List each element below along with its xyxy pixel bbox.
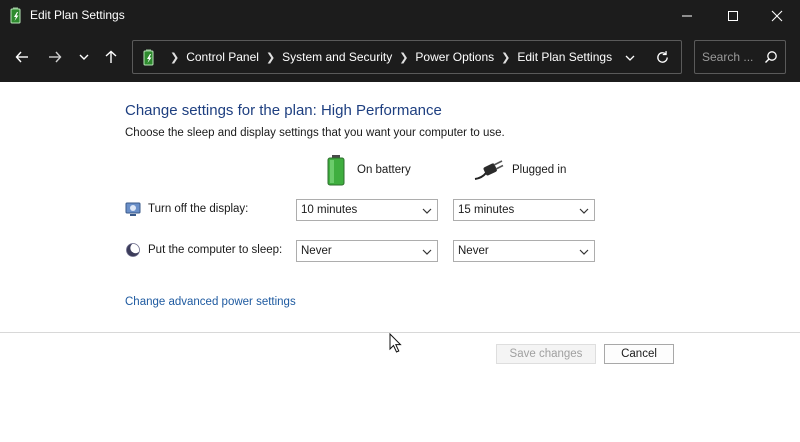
breadcrumb: ❯ Control Panel ❯ System and Security ❯ … [163, 50, 612, 64]
close-button[interactable] [754, 0, 800, 32]
column-header-battery: On battery [325, 152, 411, 188]
address-bar[interactable]: ❯ Control Panel ❯ System and Security ❯ … [132, 40, 682, 74]
maximize-icon [728, 11, 738, 21]
display-battery-select[interactable]: 10 minutes [296, 199, 438, 221]
back-button[interactable] [9, 44, 35, 70]
forward-button[interactable] [42, 44, 68, 70]
breadcrumb-system-and-security[interactable]: System and Security [282, 50, 392, 64]
display-battery-value: 10 minutes [301, 204, 358, 216]
cancel-button[interactable]: Cancel [604, 344, 674, 364]
setting-label-sleep: Put the computer to sleep: [148, 244, 283, 256]
setting-row-display: Turn off the display: [125, 201, 248, 217]
power-options-icon [10, 7, 21, 24]
minimize-button[interactable] [664, 0, 710, 32]
recent-locations-button[interactable] [71, 44, 97, 70]
setting-row-sleep: Put the computer to sleep: [125, 242, 282, 258]
sleep-battery-value: Never [301, 245, 332, 257]
close-icon [771, 10, 783, 22]
chevron-down-icon [579, 249, 589, 255]
chevron-down-icon [422, 249, 432, 255]
power-plug-icon [474, 160, 504, 180]
breadcrumb-separator-icon: ❯ [399, 51, 409, 64]
control-panel-icon [143, 49, 154, 66]
address-dropdown-icon[interactable] [623, 51, 637, 65]
chevron-down-icon [579, 208, 589, 214]
advanced-power-settings-link[interactable]: Change advanced power settings [125, 296, 296, 308]
arrow-right-icon [49, 51, 62, 63]
column-header-plugged: Plugged in [474, 152, 566, 188]
breadcrumb-power-options[interactable]: Power Options [415, 50, 494, 64]
breadcrumb-separator-icon: ❯ [170, 51, 180, 64]
search-input[interactable] [702, 49, 762, 65]
sleep-plugged-value: Never [458, 245, 489, 257]
display-icon [125, 202, 141, 216]
mouse-cursor-icon [389, 333, 402, 353]
breadcrumb-separator-icon: ❯ [265, 51, 276, 64]
setting-label-display: Turn off the display: [148, 203, 249, 215]
breadcrumb-edit-plan-settings[interactable]: Edit Plan Settings [517, 50, 612, 64]
chevron-down-icon [79, 54, 89, 60]
sleep-plugged-select[interactable]: Never [453, 240, 595, 262]
page-description: Choose the sleep and display settings th… [125, 127, 505, 139]
up-button[interactable] [98, 44, 124, 70]
refresh-icon[interactable] [655, 50, 670, 65]
title-bar: Edit Plan Settings [0, 0, 800, 32]
navigation-bar: ❯ Control Panel ❯ System and Security ❯ … [0, 32, 800, 82]
minimize-icon [682, 15, 692, 17]
save-changes-button[interactable]: Save changes [496, 344, 596, 364]
chevron-down-icon [422, 208, 432, 214]
breadcrumb-control-panel[interactable]: Control Panel [186, 50, 259, 64]
column-label-plugged: Plugged in [512, 164, 567, 176]
search-icon[interactable] [764, 50, 778, 64]
sleep-moon-icon [126, 242, 141, 257]
breadcrumb-separator-icon: ❯ [501, 51, 511, 64]
maximize-button[interactable] [710, 0, 756, 32]
column-label-battery: On battery [357, 164, 411, 176]
content-area: Change settings for the plan: High Perfo… [0, 82, 800, 442]
arrow-left-icon [15, 51, 28, 63]
display-plugged-select[interactable]: 15 minutes [453, 199, 595, 221]
battery-icon [327, 155, 345, 186]
display-plugged-value: 15 minutes [458, 204, 515, 216]
window-title: Edit Plan Settings [30, 8, 125, 22]
search-box[interactable] [694, 40, 786, 74]
page-title: Change settings for the plan: High Perfo… [125, 102, 442, 119]
sleep-battery-select[interactable]: Never [296, 240, 438, 262]
arrow-up-icon [105, 50, 117, 63]
